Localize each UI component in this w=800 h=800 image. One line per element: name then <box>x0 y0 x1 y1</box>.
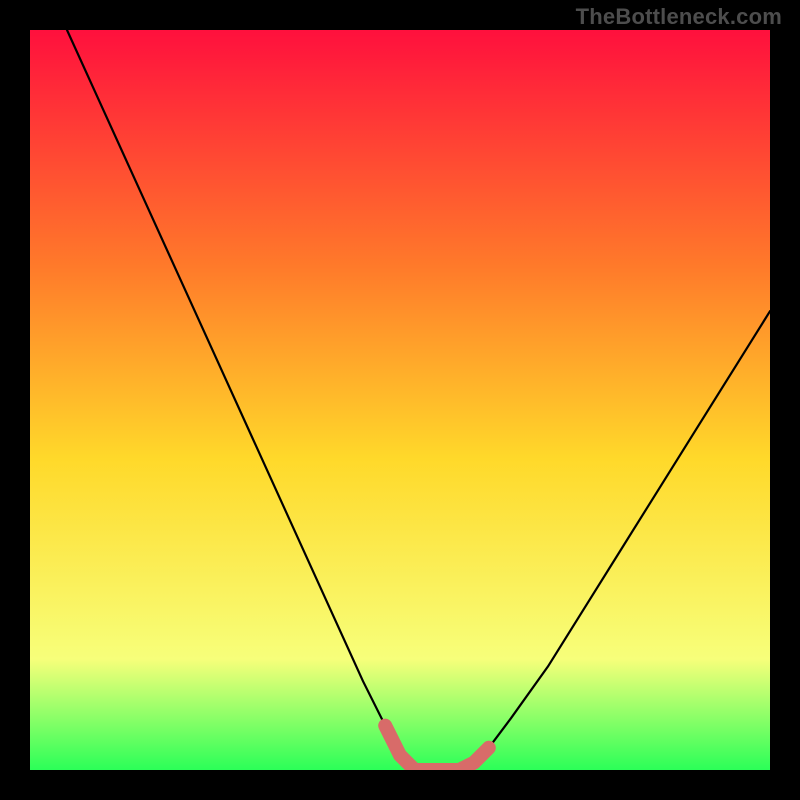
gradient-background <box>30 30 770 770</box>
chart-canvas: TheBottleneck.com <box>0 0 800 800</box>
plot-area <box>30 30 770 770</box>
plot-svg <box>30 30 770 770</box>
watermark-label: TheBottleneck.com <box>576 4 782 30</box>
